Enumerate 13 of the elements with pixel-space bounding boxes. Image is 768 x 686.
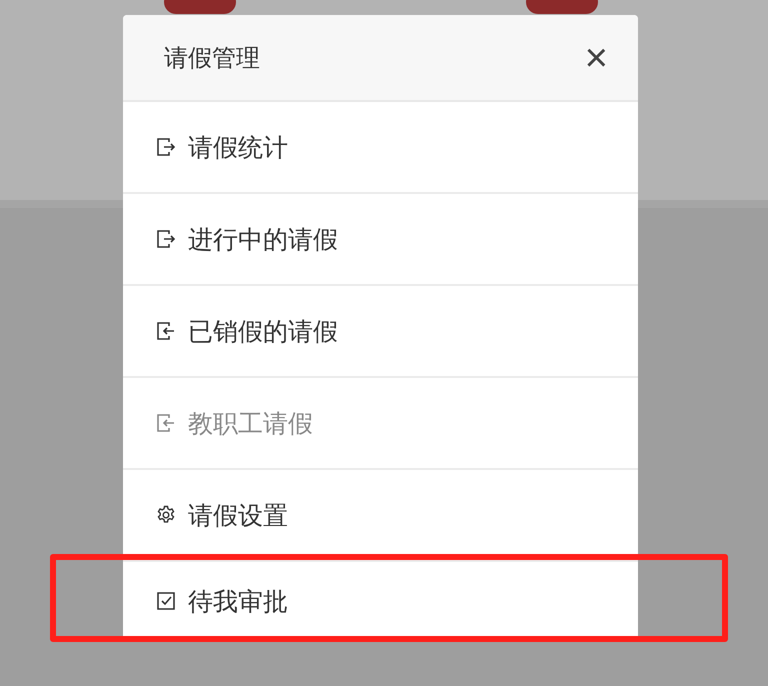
close-button[interactable]: × xyxy=(584,38,608,78)
menu-item[interactable]: 已销假的请假 xyxy=(123,286,638,378)
dialog-title: 请假管理 xyxy=(164,42,260,74)
enter-icon xyxy=(156,321,176,341)
menu-item[interactable]: 待我审批 xyxy=(123,562,638,640)
exit-icon xyxy=(156,229,176,249)
menu-item[interactable]: 进行中的请假 xyxy=(123,194,638,286)
exit-icon xyxy=(156,137,176,157)
checkbox-icon xyxy=(156,591,176,611)
settings-icon xyxy=(156,505,176,525)
menu-item[interactable]: 请假统计 xyxy=(123,102,638,194)
menu-item[interactable]: 请假设置 xyxy=(123,470,638,562)
enter-icon xyxy=(156,413,176,433)
